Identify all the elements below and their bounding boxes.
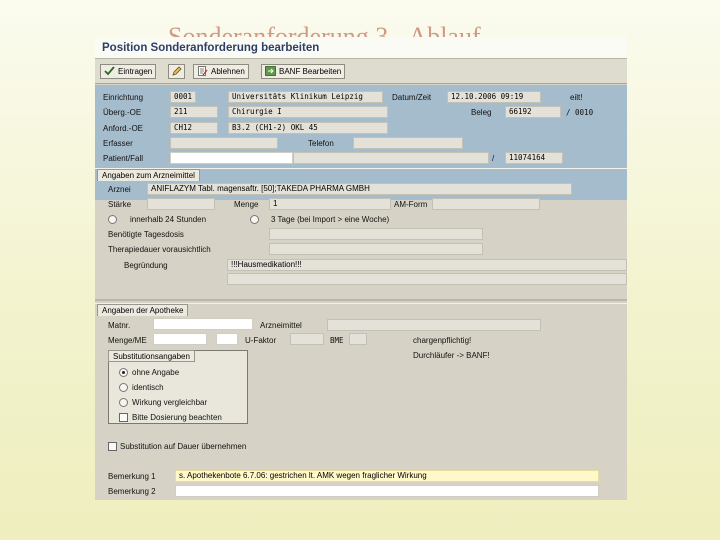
anford-name-field: B3.2 (CH1-2) OKL 45 bbox=[228, 122, 388, 134]
arzneimittel-label: Arzneimittel bbox=[260, 321, 302, 330]
check-pen-icon bbox=[104, 66, 115, 76]
ablehnen-label: Ablehnen bbox=[211, 67, 245, 76]
radio-wirkung-vergleichbar[interactable] bbox=[119, 398, 128, 407]
datum-label: Datum/Zeit bbox=[392, 93, 432, 102]
window-titlebar: Position Sonderanforderung bearbeiten bbox=[95, 37, 627, 59]
arznei-label: Arznei bbox=[108, 185, 131, 194]
tagesdosis-label: Benötigte Tagesdosis bbox=[108, 230, 184, 239]
status-eilt: eilt! bbox=[570, 93, 583, 102]
dauer-label: Substitution auf Dauer übernehmen bbox=[120, 442, 247, 451]
begruendung-label: Begründung bbox=[124, 261, 168, 270]
bemerkung2-label: Bemerkung 2 bbox=[108, 487, 156, 496]
option-24h-label: innerhalb 24 Stunden bbox=[130, 215, 207, 224]
therapiedauer-label: Therapiedauer vorausichtlich bbox=[108, 245, 211, 254]
menge-field[interactable]: 1 bbox=[269, 198, 391, 210]
tagesdosis-field[interactable] bbox=[269, 228, 483, 240]
amform-field[interactable] bbox=[432, 198, 540, 210]
erfasser-field[interactable] bbox=[170, 137, 278, 149]
wirkung-vergleichbar-label: Wirkung vergleichbar bbox=[132, 398, 208, 407]
fall-field[interactable]: 11074164 bbox=[505, 152, 563, 164]
anford-field[interactable]: CH12 bbox=[170, 122, 218, 134]
radio-24h[interactable] bbox=[108, 215, 117, 224]
durchlaeufer-text: Durchläufer -> BANF! bbox=[413, 351, 490, 360]
document-reject-icon bbox=[197, 66, 208, 76]
ohne-angabe-label: ohne Angabe bbox=[132, 368, 180, 377]
beleg-position: / 0010 bbox=[566, 108, 594, 117]
bemerkung1-field[interactable]: s. Apothekenbote 6.7.06: gestrichen lt. … bbox=[175, 470, 599, 482]
patient-label: Patient/Fall bbox=[103, 154, 144, 163]
patient-field[interactable] bbox=[170, 152, 293, 164]
beleg-label: Beleg bbox=[471, 108, 492, 117]
apotheke-group: Angaben der Apotheke Matnr. Arzneimittel… bbox=[95, 303, 627, 500]
menge-me-field[interactable] bbox=[153, 333, 207, 345]
section-separator bbox=[95, 299, 627, 301]
radio-identisch[interactable] bbox=[119, 383, 128, 392]
pencil-icon bbox=[171, 66, 182, 76]
radio-ohne-angabe[interactable] bbox=[119, 368, 128, 377]
toolbar: Eintragen Ablehnen BANF Bearbeiten bbox=[95, 59, 627, 84]
matnr-field[interactable] bbox=[153, 318, 253, 330]
telefon-field[interactable] bbox=[353, 137, 463, 149]
fall-separator: / bbox=[492, 154, 495, 163]
ablehnen-button[interactable]: Ablehnen bbox=[193, 64, 249, 79]
erfasser-label: Erfasser bbox=[103, 139, 133, 148]
banf-label: BANF Bearbeiten bbox=[279, 67, 342, 76]
substitution-title: Substitutionsangaben bbox=[108, 350, 195, 362]
arzneimittel-group: Angaben zum Arzneimittel Arznei ANIFLAZY… bbox=[95, 168, 627, 300]
ueberg-name-field: Chirurgie I bbox=[228, 106, 388, 118]
sap-window: Position Sonderanforderung bearbeiten Ei… bbox=[95, 37, 627, 500]
begruendung-field-2[interactable] bbox=[227, 273, 627, 285]
banf-bearbeiten-button[interactable]: BANF Bearbeiten bbox=[261, 64, 346, 79]
ueberg-field[interactable]: 211 bbox=[170, 106, 218, 118]
window-title: Position Sonderanforderung bearbeiten bbox=[102, 42, 320, 54]
me-unit-field[interactable] bbox=[216, 333, 238, 345]
bme-label: BME bbox=[330, 336, 344, 345]
arznei-field[interactable]: ANIFLAZYM Tabl. magensaftr. [50];TAKEDA … bbox=[147, 183, 572, 195]
einrichtung-label: Einrichtung bbox=[103, 93, 144, 102]
telefon-label: Telefon bbox=[308, 139, 334, 148]
datum-field: 12.10.2006 09:19 bbox=[447, 91, 541, 103]
menge-label: Menge bbox=[234, 200, 259, 209]
ueberg-label: Überg.-OE bbox=[103, 108, 142, 117]
substitution-frame: Substitutionsangaben ohne Angabe identis… bbox=[108, 350, 248, 424]
chargen-text: chargenpflichtig! bbox=[413, 336, 472, 345]
patient-name-field bbox=[293, 152, 489, 164]
staerke-label: Stärke bbox=[108, 200, 132, 209]
arzneimittel-field[interactable] bbox=[327, 319, 541, 331]
mengeme-label: Menge/ME bbox=[108, 336, 147, 345]
einrichtung-field[interactable]: 0001 bbox=[170, 91, 196, 103]
dosierung-checkbox[interactable] bbox=[119, 413, 128, 422]
banf-icon bbox=[265, 66, 276, 76]
apotheke-group-title: Angaben der Apotheke bbox=[97, 304, 189, 316]
bemerkung1-label: Bemerkung 1 bbox=[108, 472, 156, 481]
matnr-label: Matnr. bbox=[108, 321, 131, 330]
amform-label: AM-Form bbox=[394, 200, 428, 209]
arzneimittel-group-title: Angaben zum Arzneimittel bbox=[97, 169, 200, 181]
radio-3tage[interactable] bbox=[250, 215, 259, 224]
staerke-field[interactable] bbox=[147, 198, 215, 210]
eintragen-label: Eintragen bbox=[118, 67, 153, 76]
anford-label: Anford.-OE bbox=[103, 124, 144, 133]
edit-button[interactable] bbox=[168, 64, 185, 79]
dosierung-label: Bitte Dosierung beachten bbox=[132, 413, 222, 422]
dauer-checkbox[interactable] bbox=[108, 442, 117, 451]
ufaktor-label: U-Faktor bbox=[245, 336, 277, 345]
einrichtung-name-field: Universitäts Klinikum Leipzig bbox=[228, 91, 383, 103]
identisch-label: identisch bbox=[132, 383, 164, 392]
bemerkung2-field[interactable] bbox=[175, 485, 599, 497]
beleg-field: 66192 bbox=[505, 106, 561, 118]
bme-field bbox=[349, 333, 367, 345]
therapiedauer-field[interactable] bbox=[269, 243, 483, 255]
eintragen-button[interactable]: Eintragen bbox=[100, 64, 157, 79]
ufaktor-field[interactable] bbox=[290, 333, 324, 345]
option-3tage-label: 3 Tage (bei Import > eine Woche) bbox=[271, 215, 390, 224]
begruendung-field[interactable]: !!!Hausmedikation!!! bbox=[227, 259, 627, 271]
